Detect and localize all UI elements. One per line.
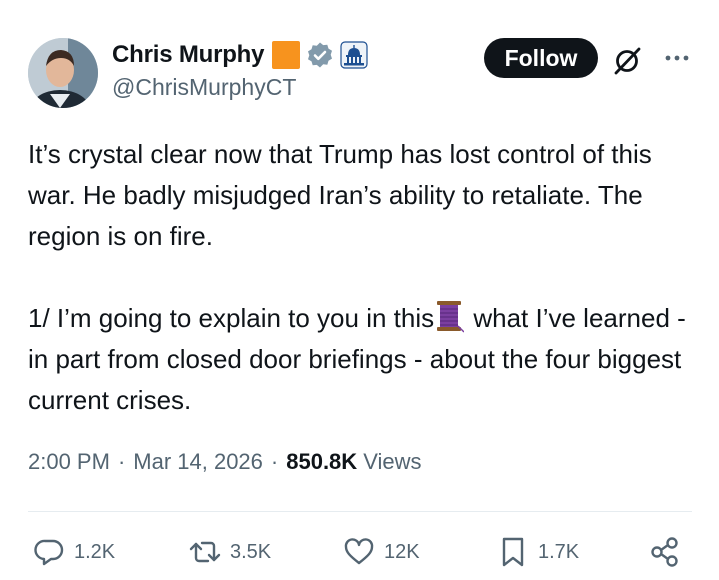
views-count[interactable]: 850.8K	[286, 449, 357, 475]
reply-count: 1.2K	[74, 540, 116, 563]
bookmark-icon	[502, 537, 524, 567]
repost-icon	[189, 541, 221, 563]
bookmark-count: 1.7K	[538, 540, 580, 563]
meta-separator: ·	[117, 449, 126, 474]
grok-icon[interactable]	[612, 44, 644, 76]
author-name[interactable]: Chris Murphy	[112, 41, 264, 69]
tweet-meta: 2:00 PM · Mar 14, 2026 · 850.8K Views	[28, 449, 421, 475]
avatar[interactable]	[28, 38, 98, 108]
verified-badge-icon[interactable]	[306, 41, 334, 69]
bookmark-button[interactable]: 1.7K	[496, 530, 579, 574]
tweet-paragraph-1: It’s crystal clear now that Trump has lo…	[28, 139, 660, 251]
affiliate-square-icon	[272, 41, 301, 69]
repost-button[interactable]: 3.5K	[188, 530, 271, 574]
share-icon	[651, 537, 678, 567]
tweet-text: It’s crystal clear now that Trump has lo…	[28, 134, 698, 421]
like-button[interactable]: 12K	[342, 530, 420, 574]
thread-spool-emoji	[434, 299, 465, 333]
capitol-icon[interactable]	[340, 41, 368, 69]
share-button[interactable]	[648, 530, 682, 574]
follow-button[interactable]: Follow	[484, 38, 598, 78]
views-label: Views	[363, 449, 422, 474]
more-icon[interactable]	[664, 48, 690, 68]
divider	[28, 511, 692, 512]
tweet-time[interactable]: 2:00 PM	[28, 449, 110, 475]
reply-icon	[34, 539, 64, 566]
author-handle[interactable]: @ChrisMurphyCT	[112, 74, 296, 101]
author-name-row: Chris Murphy	[112, 38, 368, 72]
avatar-image	[28, 38, 98, 108]
like-count: 12K	[384, 540, 420, 563]
tweet-paragraph-2-start: 1/ I’m going to explain to you in this	[28, 303, 435, 333]
tweet-date[interactable]: Mar 14, 2026	[133, 449, 263, 475]
reply-button[interactable]: 1.2K	[32, 530, 115, 574]
like-icon	[344, 538, 374, 565]
repost-count: 3.5K	[230, 540, 272, 563]
meta-separator: ·	[270, 449, 279, 474]
action-bar: 1.2K 3.5K 12K 1.7K	[28, 530, 692, 574]
